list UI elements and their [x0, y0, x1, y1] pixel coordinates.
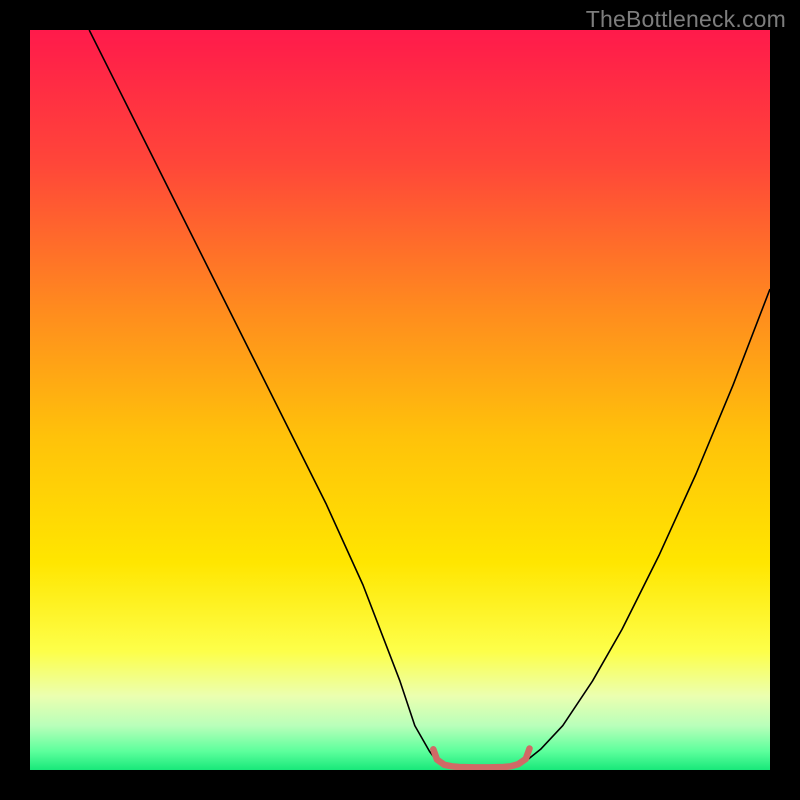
- plot-svg: [30, 30, 770, 770]
- chart-frame: TheBottleneck.com: [0, 0, 800, 800]
- plot-area: [30, 30, 770, 770]
- watermark-text: TheBottleneck.com: [586, 6, 786, 33]
- gradient-background: [30, 30, 770, 770]
